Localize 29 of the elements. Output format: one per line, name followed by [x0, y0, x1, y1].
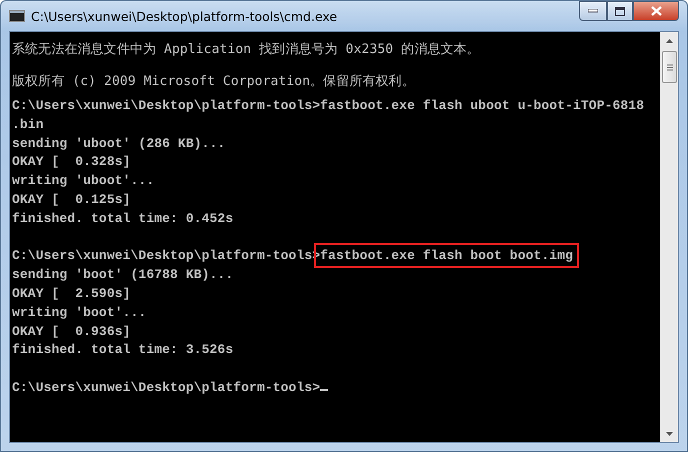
scroll-down-icon[interactable]: [666, 432, 673, 436]
maximize-button[interactable]: [607, 1, 633, 21]
close-button[interactable]: [633, 1, 679, 21]
console-text: sending 'uboot' (286 KB)...: [12, 136, 226, 151]
console-text: 系统无法在消息文件中为 Application 找到消息号为 0x2350 的消息文本。: [12, 42, 480, 57]
console-text: OKAY [ 0.125s]: [12, 192, 131, 207]
close-icon: [650, 6, 662, 16]
minimize-button[interactable]: [579, 1, 607, 21]
grip-icon: [666, 64, 672, 70]
console-text: OKAY [ 2.590s]: [12, 286, 131, 301]
console-text: finished. total time: 3.526s: [12, 342, 234, 358]
prompt-path: C:\Users\xunwei\Desktop\platform-tools>: [12, 98, 320, 113]
minimize-icon: [588, 9, 598, 13]
command-text: fastboot.exe flash uboot u-boot-iTOP-6818: [320, 98, 644, 113]
console-text: 版权所有 (c) 2009 Microsoft Corporation。保留所有权利。: [12, 74, 415, 89]
console-text: writing 'uboot'...: [12, 173, 154, 188]
scroll-up-icon[interactable]: [666, 38, 673, 42]
scroll-thumb[interactable]: [662, 51, 677, 83]
console-text: OKAY [ 0.936s]: [12, 324, 131, 339]
console-text: OKAY [ 0.328s]: [12, 154, 131, 170]
maximize-icon: [615, 6, 625, 16]
console-icon: [9, 10, 25, 22]
scrollbar[interactable]: [660, 32, 678, 442]
console-text: .bin: [12, 116, 44, 132]
console-text: sending 'boot' (16788 KB)...: [12, 267, 234, 282]
console-text: writing 'boot'...: [12, 304, 146, 320]
window-title: C:\Users\xunwei\Desktop\platform-tools\cmd.exe: [31, 8, 338, 24]
console-text: finished. total time: 0.452s: [12, 210, 234, 226]
prompt-path: C:\Users\xunwei\Desktop\platform-tools>: [12, 380, 320, 395]
